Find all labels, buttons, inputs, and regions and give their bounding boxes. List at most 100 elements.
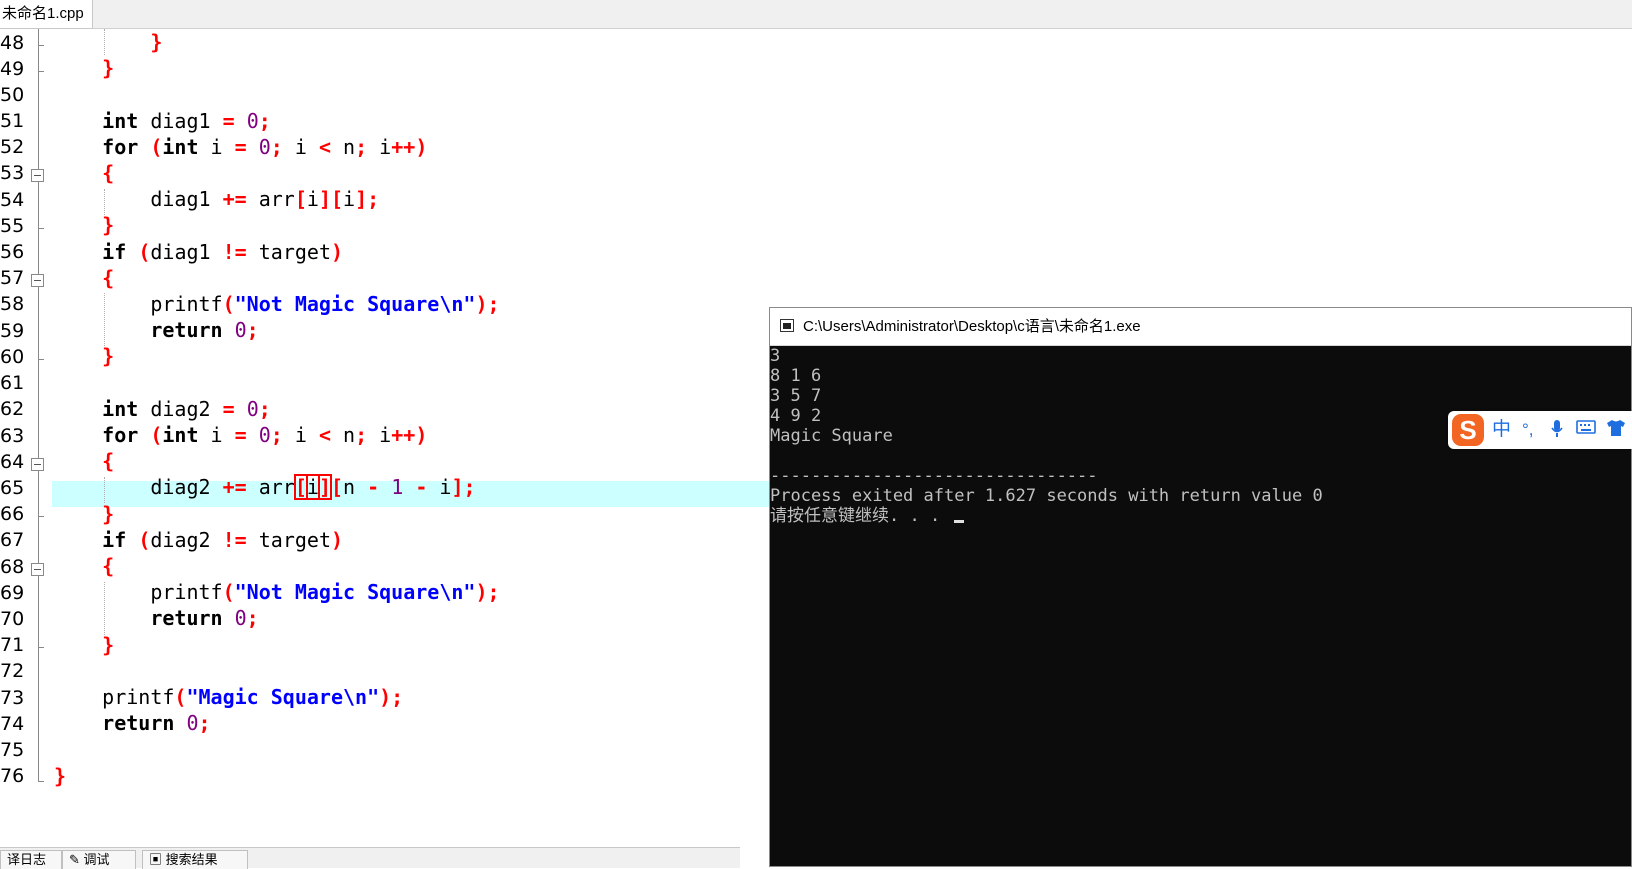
code-token: [ xyxy=(294,187,307,211)
tab-compile-log[interactable]: 译日志 xyxy=(0,850,62,869)
line-number: 76 xyxy=(0,765,25,787)
code-token: ; xyxy=(270,135,283,159)
ime-mode-toggle[interactable]: 中 xyxy=(1492,419,1511,441)
code-token: i xyxy=(367,135,392,159)
code-token: } xyxy=(102,56,115,80)
code-token: < xyxy=(318,135,331,159)
console-line: Process exited after 1.627 seconds with … xyxy=(770,486,1323,506)
code-token: != xyxy=(222,528,247,552)
code-line[interactable]: printf("Not Magic Square\n"); xyxy=(54,291,499,317)
fold-toggle[interactable] xyxy=(31,563,44,576)
ime-toolbar[interactable]: S 中 °, xyxy=(1448,411,1632,449)
line-number: 56 xyxy=(0,241,25,263)
tab-file[interactable]: 未命名1.cpp xyxy=(0,0,93,29)
code-token: - xyxy=(367,475,380,499)
sogou-logo-icon[interactable]: S xyxy=(1452,414,1484,446)
code-token: < xyxy=(318,423,331,447)
code-token: int xyxy=(102,397,139,421)
code-token: if xyxy=(102,240,127,264)
code-line[interactable]: if (diag2 != target) xyxy=(54,527,343,553)
line-number: 49 xyxy=(0,58,25,80)
code-token: arr xyxy=(246,187,295,211)
code-token: 0 xyxy=(234,606,247,630)
shirt-icon[interactable] xyxy=(1606,419,1626,441)
code-line[interactable]: } xyxy=(54,632,114,658)
ime-punctuation-toggle[interactable]: °, xyxy=(1522,419,1534,441)
code-line[interactable]: } xyxy=(54,212,114,238)
code-line[interactable]: { xyxy=(54,160,114,186)
code-token: ]; xyxy=(355,187,380,211)
code-token: { xyxy=(102,161,115,185)
code-token: ( xyxy=(150,135,163,159)
code-line[interactable]: diag2 += arr[i][n - 1 - i]; xyxy=(54,474,476,500)
code-line[interactable]: int diag1 = 0; xyxy=(54,108,271,134)
console-title-bar[interactable]: C:\Users\Administrator\Desktop\c语言\未命名1.… xyxy=(770,308,1631,346)
fold-toggle[interactable] xyxy=(31,274,44,287)
code-token: 1 xyxy=(391,475,404,499)
code-token: diag1 xyxy=(150,240,223,264)
code-line[interactable]: return 0; xyxy=(54,710,210,736)
code-line[interactable]: return 0; xyxy=(54,605,258,631)
code-token: i xyxy=(367,423,392,447)
line-number: 67 xyxy=(0,529,25,551)
code-token: printf xyxy=(54,685,175,709)
code-line[interactable]: for (int i = 0; i < n; i++) xyxy=(54,422,427,448)
code-token: ++) xyxy=(391,423,428,447)
code-line[interactable]: } xyxy=(54,55,114,81)
fold-toggle[interactable] xyxy=(31,458,44,471)
code-line[interactable]: return 0; xyxy=(54,317,259,343)
code-line[interactable]: { xyxy=(54,448,114,474)
line-number: 68 xyxy=(0,556,25,578)
editor-tab-bar: 未命名1.cpp xyxy=(0,0,1632,29)
code-token: { xyxy=(102,554,115,578)
code-line[interactable]: printf("Not Magic Square\n"); xyxy=(54,579,499,605)
code-line[interactable]: printf("Magic Square\n"); xyxy=(54,684,403,710)
code-token: n xyxy=(331,423,356,447)
tab-search-results[interactable]: ▣ 搜索结果 xyxy=(142,850,248,869)
tab-debug[interactable]: ✎ 调试 xyxy=(62,850,136,869)
code-line[interactable]: } xyxy=(54,343,114,369)
code-line[interactable]: } xyxy=(54,29,162,55)
keyboard-icon[interactable] xyxy=(1576,419,1596,441)
code-token: [ xyxy=(330,475,344,499)
code-token: [ xyxy=(293,474,308,500)
code-line[interactable]: for (int i = 0; i < n; i++) xyxy=(54,134,427,160)
code-editor[interactable]: 48 49 50 51 52 53 54 55 56 57 58 59 60 6… xyxy=(0,29,770,847)
code-token: ) xyxy=(331,528,344,552)
code-token: = xyxy=(234,423,247,447)
code-token: ( xyxy=(150,423,163,447)
console-line: -------------------------------- xyxy=(770,466,1098,486)
code-token: i xyxy=(282,135,319,159)
code-token: += xyxy=(222,187,247,211)
code-token: = xyxy=(222,109,235,133)
code-line[interactable]: { xyxy=(54,265,114,291)
code-token: { xyxy=(102,449,115,473)
code-token: = xyxy=(222,397,235,421)
code-line[interactable]: diag1 += arr[i][i]; xyxy=(54,186,379,212)
code-line[interactable]: } xyxy=(54,501,114,527)
code-line[interactable]: if (diag1 != target) xyxy=(54,239,343,265)
console-window[interactable]: C:\Users\Administrator\Desktop\c语言\未命名1.… xyxy=(769,307,1632,867)
console-line: 3 5 7 xyxy=(770,386,822,406)
code-line[interactable]: } xyxy=(54,763,66,789)
code-token: != xyxy=(222,240,247,264)
code-line[interactable]: { xyxy=(54,553,114,579)
microphone-icon[interactable] xyxy=(1550,419,1564,441)
console-line: 3 xyxy=(770,346,781,366)
fold-end-marker xyxy=(38,781,44,782)
code-token: ; xyxy=(246,318,259,342)
fold-toggle[interactable] xyxy=(31,169,44,182)
console-line: 4 9 2 xyxy=(770,406,822,426)
code-line[interactable]: int diag2 = 0; xyxy=(54,396,271,422)
